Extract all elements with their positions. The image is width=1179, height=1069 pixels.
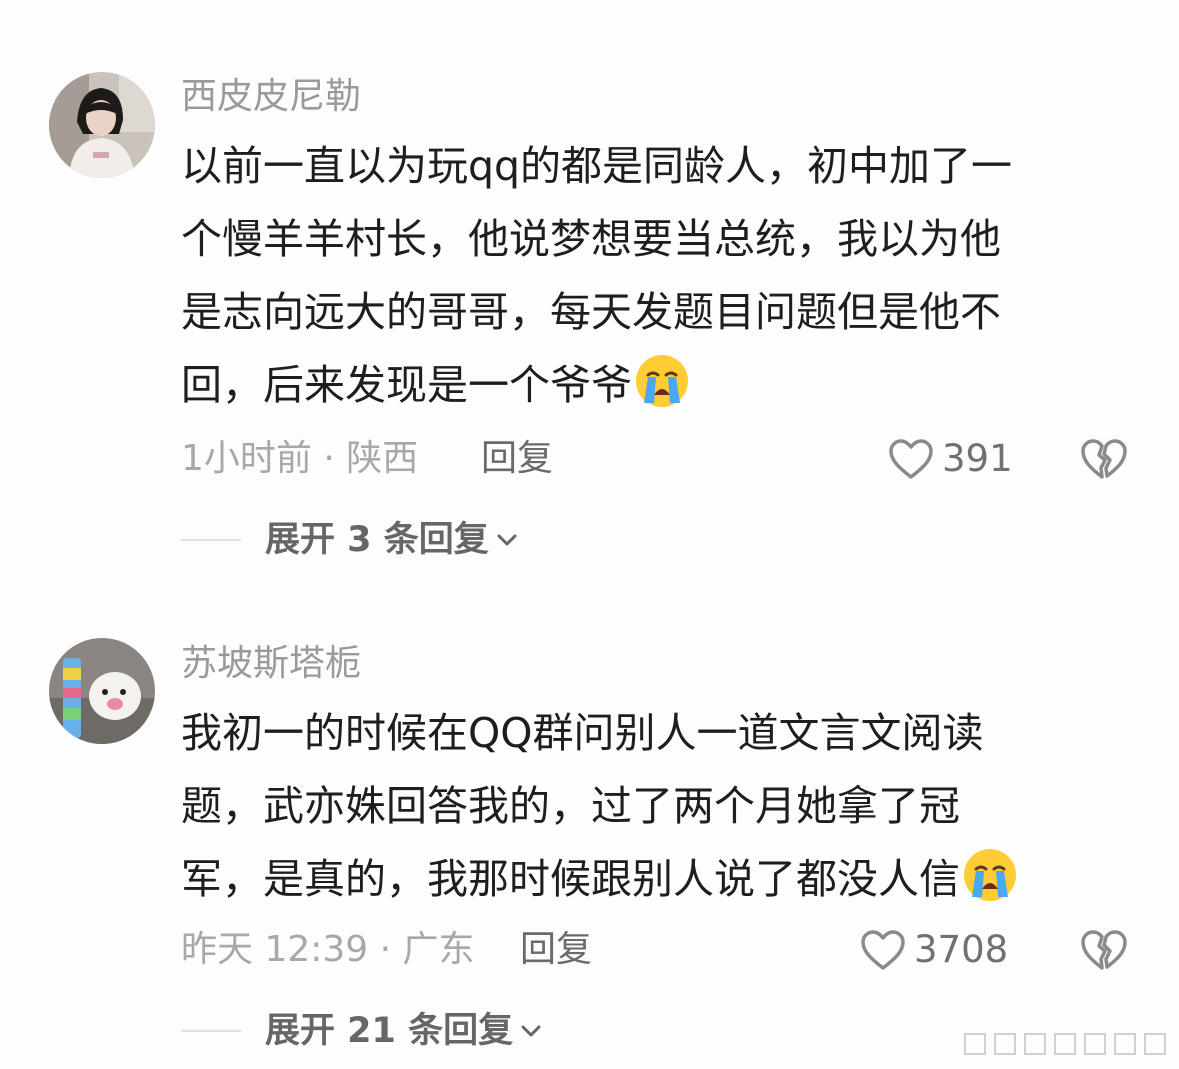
expand-replies-label: 展开 21 条回复 [265, 1011, 514, 1051]
divider [181, 1030, 241, 1032]
comment-time-location: 昨天 12:39 · 广东 [181, 929, 475, 970]
comment-line: 个慢羊羊村长，他说梦想要当总统，我以为他 [181, 215, 1001, 263]
watermark-logo [964, 1033, 1166, 1055]
comment-line: 题，武亦姝回答我的，过了两个月她拿了冠 [181, 782, 960, 830]
comment-line: 军，是真的，我那时候跟别人说了都没人信 [181, 843, 1121, 916]
comment-line: 我初一的时候在QQ群问别人一道文言文阅读 [181, 709, 984, 757]
dislike-button[interactable] [1080, 437, 1128, 485]
avatar[interactable] [49, 638, 155, 744]
expand-replies-label: 展开 3 条回复 [265, 520, 489, 560]
reply-button[interactable]: 回复 [520, 928, 592, 972]
comment-time-location: 1小时前 · 陕西 [181, 438, 419, 479]
heart-outline-icon [861, 930, 905, 970]
comment-line-text: 军，是真的，我那时候跟别人说了都没人信 [181, 855, 960, 903]
dislike-button[interactable] [1080, 928, 1128, 976]
comment-line: 是志向远大的哥哥，每天发题目问题但是他不 [181, 288, 1001, 336]
like-button[interactable]: 391 [888, 437, 1013, 481]
chevron-down-icon [521, 1025, 541, 1037]
chevron-down-icon [497, 534, 517, 546]
comment-text: 我初一的时候在QQ群问别人一道文言文阅读 题，武亦姝回答我的，过了两个月她拿了冠… [181, 697, 1121, 916]
like-count: 3708 [914, 928, 1009, 971]
username[interactable]: 西皮皮尼勒 [181, 75, 361, 119]
username[interactable]: 苏坡斯塔栀 [181, 642, 361, 686]
loudly-crying-face-icon [964, 849, 1016, 901]
divider [181, 539, 241, 541]
broken-heart-icon [1081, 439, 1127, 479]
like-button[interactable]: 3708 [860, 928, 1008, 972]
comment-line: 以前一直以为玩qq的都是同龄人，初中加了一 [181, 142, 1013, 190]
expand-replies-button[interactable]: 展开 3 条回复 [181, 518, 519, 562]
comment-line-text: 回，后来发现是一个爷爷 [181, 361, 632, 409]
loudly-crying-face-icon [636, 355, 688, 407]
broken-heart-icon [1081, 930, 1127, 970]
comment-line: 回，后来发现是一个爷爷 [181, 349, 1121, 422]
heart-outline-icon [889, 439, 933, 479]
avatar[interactable] [49, 72, 155, 178]
like-count: 391 [942, 437, 1013, 480]
expand-replies-button[interactable]: 展开 21 条回复 [181, 1009, 543, 1053]
comment-text: 以前一直以为玩qq的都是同龄人，初中加了一 个慢羊羊村长，他说梦想要当总统，我以… [181, 130, 1121, 422]
reply-button[interactable]: 回复 [481, 437, 553, 481]
